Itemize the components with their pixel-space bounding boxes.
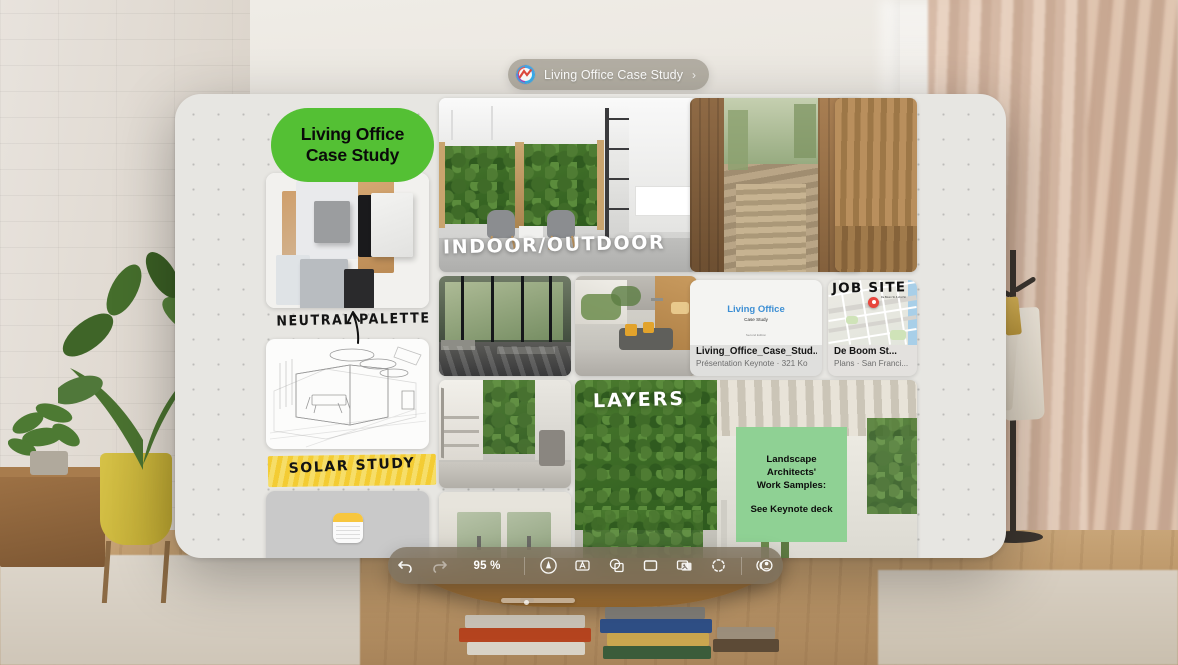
keynote-thumb-footer: Second Edition <box>745 333 767 337</box>
lobby-interior-photo[interactable] <box>575 276 697 376</box>
material-palette-board[interactable] <box>266 173 429 308</box>
sticky-note-icon <box>643 560 657 571</box>
notes-app-icon <box>332 513 363 543</box>
redo-button[interactable] <box>422 552 456 580</box>
window-resize-handle[interactable] <box>501 598 575 603</box>
share-person-icon <box>756 559 773 572</box>
title-sticker[interactable]: Living Office Case Study <box>271 108 434 182</box>
title-line-2: Case Study <box>305 145 400 165</box>
undo-icon <box>397 561 412 573</box>
map-meta: Plans · San Franci... <box>834 359 909 368</box>
title-line-1: Living Office <box>300 123 405 144</box>
keynote-thumb-title: Living Office <box>727 303 785 315</box>
undo-button[interactable] <box>388 552 422 580</box>
map-water <box>908 280 917 345</box>
media-tool-button[interactable] <box>667 552 701 580</box>
sticker-tool-button[interactable] <box>701 552 735 580</box>
redo-icon <box>432 561 447 573</box>
text-box-icon <box>574 560 590 571</box>
stacked-books <box>455 597 785 665</box>
keynote-thumb-subtitle: Case Study <box>744 316 768 322</box>
shapes-icon <box>609 558 624 573</box>
pen-tool-icon <box>539 557 557 574</box>
canvas-toolbar[interactable]: 95 % <box>388 547 783 584</box>
toolbar-divider-right <box>741 556 742 575</box>
map-pin-label: De Boom St & 2nd St <box>881 296 906 299</box>
wood-slat-wall-photo[interactable] <box>835 98 917 272</box>
sticky-note-landscape-architects[interactable]: Landscape Architects' Work Samples: See … <box>736 427 847 542</box>
chevron-right-icon[interactable]: › <box>692 68 696 82</box>
map-name: De Boom St... <box>834 346 897 357</box>
rug-right <box>878 570 1178 665</box>
sticky-line-1: Landscape <box>766 454 817 466</box>
collaborate-button[interactable] <box>748 552 782 580</box>
file-name: Living_Office_Case_Stud... <box>696 346 817 357</box>
sticky-line-2: Architects' <box>766 467 817 479</box>
freeform-app-icon <box>516 65 535 84</box>
window-title-label: Living Office Case Study <box>544 67 684 82</box>
title-sticker-text: Living Office Case Study <box>300 123 405 167</box>
sticky-line-3: Work Samples: <box>756 479 827 491</box>
annotation-layers: LAYERS <box>592 387 686 413</box>
media-icon <box>676 560 691 571</box>
file-meta: Présentation Keynote · 321 Ko <box>696 359 808 368</box>
planter-stand <box>101 541 171 603</box>
keynote-file-card[interactable]: Living Office Case Study Second Edition … <box>690 280 822 376</box>
toolbar-divider <box>524 556 525 575</box>
hand-drawn-arrow-icon <box>338 307 372 345</box>
annotation-job-site: JOB SITE <box>831 279 907 297</box>
dashed-circle-icon <box>711 559 725 572</box>
architectural-line-sketch[interactable] <box>266 339 429 449</box>
window-title-bar[interactable]: Living Office Case Study › <box>508 59 710 90</box>
sticky-line-4: See Keynote deck <box>750 503 833 515</box>
rug-left <box>0 555 360 665</box>
wood-cabinet <box>0 472 105 567</box>
window-handle-dot[interactable] <box>524 600 529 605</box>
freeform-canvas-window[interactable]: Living Office Case Study NEUTRAL PALETTE <box>175 94 1006 558</box>
zoom-level-label[interactable]: 95 % <box>456 560 518 572</box>
text-tool-button[interactable] <box>565 552 599 580</box>
draw-tool-button[interactable] <box>531 552 565 580</box>
map-pin-icon <box>868 297 879 308</box>
note-tool-button[interactable] <box>633 552 667 580</box>
stairwell-greenery-photo[interactable] <box>439 380 571 488</box>
keynote-thumbnail: Living Office Case Study Second Edition <box>690 280 822 345</box>
shape-tool-button[interactable] <box>599 552 633 580</box>
glass-facade-photo[interactable] <box>439 276 571 376</box>
